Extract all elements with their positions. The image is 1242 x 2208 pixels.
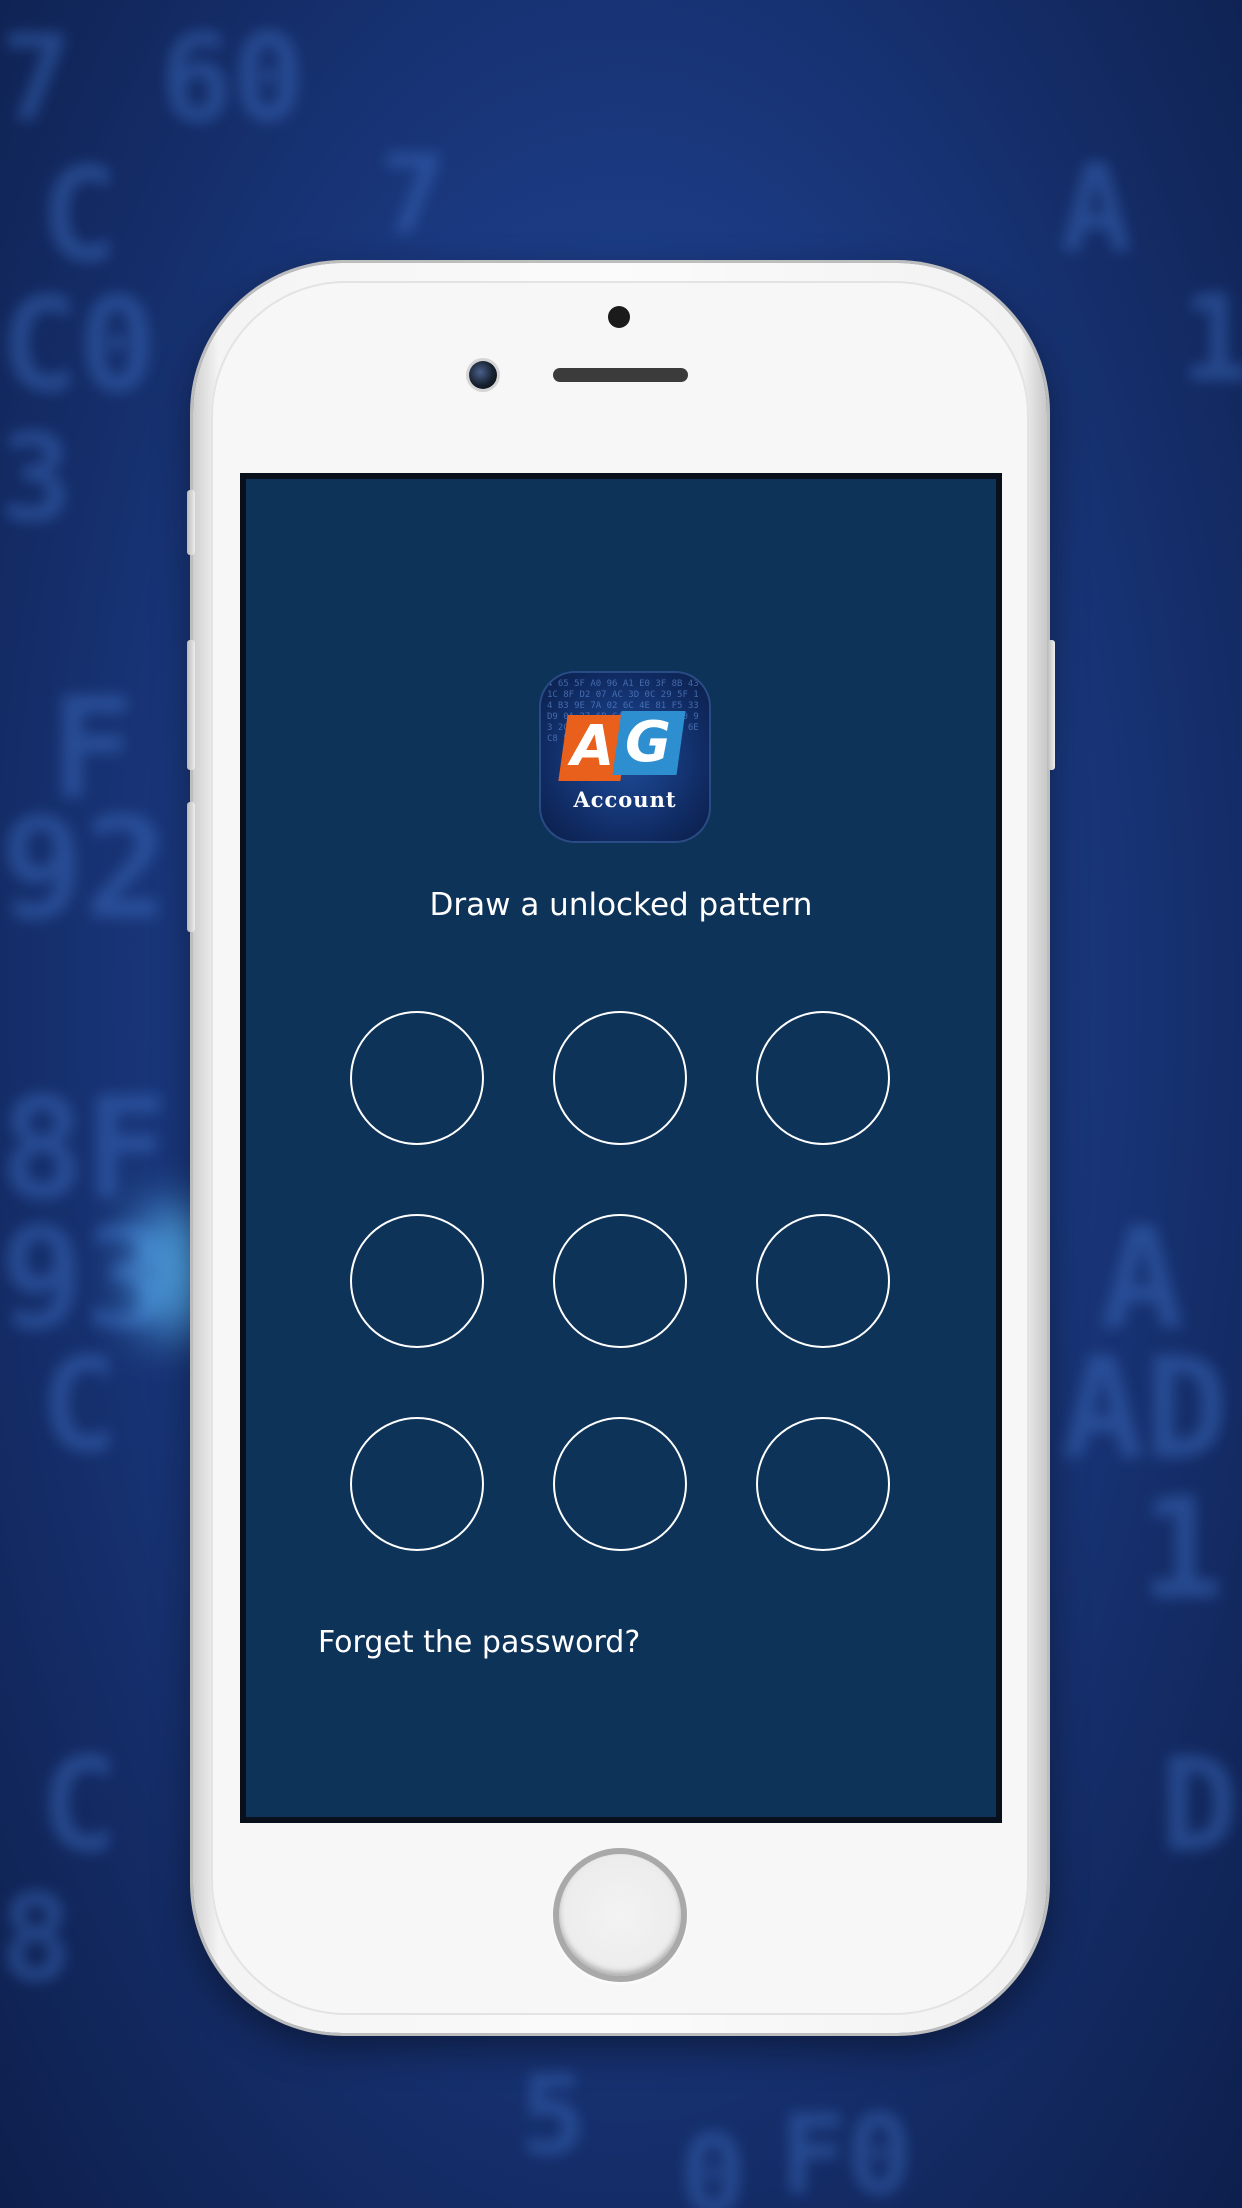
pattern-dot-7[interactable]: [350, 1417, 484, 1551]
lock-screen: 4 65 5F A0 96 A1 E0 3F 8B 43 1C 8F D2 07…: [246, 479, 996, 1817]
pattern-dot-4[interactable]: [350, 1214, 484, 1348]
power-button: [1047, 640, 1055, 770]
pattern-dot-5[interactable]: [553, 1214, 687, 1348]
home-button[interactable]: [553, 1848, 687, 1982]
front-camera-icon: [469, 361, 497, 389]
phone-screen: 4 65 5F A0 96 A1 E0 3F 8B 43 1C 8F D2 07…: [240, 473, 1002, 1823]
pattern-prompt: Draw a unlocked pattern: [429, 887, 813, 923]
pattern-dot-9[interactable]: [756, 1417, 890, 1551]
forgot-password-link[interactable]: Forget the password?: [318, 1625, 640, 1660]
pattern-dot-6[interactable]: [756, 1214, 890, 1348]
logo-letter-g: G: [625, 710, 671, 775]
mute-switch: [187, 490, 195, 555]
logo-letter-a: A: [571, 714, 615, 779]
volume-down-button: [187, 802, 195, 932]
earpiece-speaker: [553, 368, 688, 382]
logo-wordmark: Account: [573, 787, 677, 812]
promo-page: 7 60 C C0 3 F 92 8F 93 C C 8 A 1 A AD 1 …: [0, 0, 1242, 2208]
pattern-dot-1[interactable]: [350, 1011, 484, 1145]
app-logo: 4 65 5F A0 96 A1 E0 3F 8B 43 1C 8F D2 07…: [541, 673, 709, 841]
pattern-dot-2[interactable]: [553, 1011, 687, 1145]
pattern-dot-3[interactable]: [756, 1011, 890, 1145]
pattern-dot-8[interactable]: [553, 1417, 687, 1551]
volume-up-button: [187, 640, 195, 770]
proximity-sensor: [608, 306, 630, 328]
